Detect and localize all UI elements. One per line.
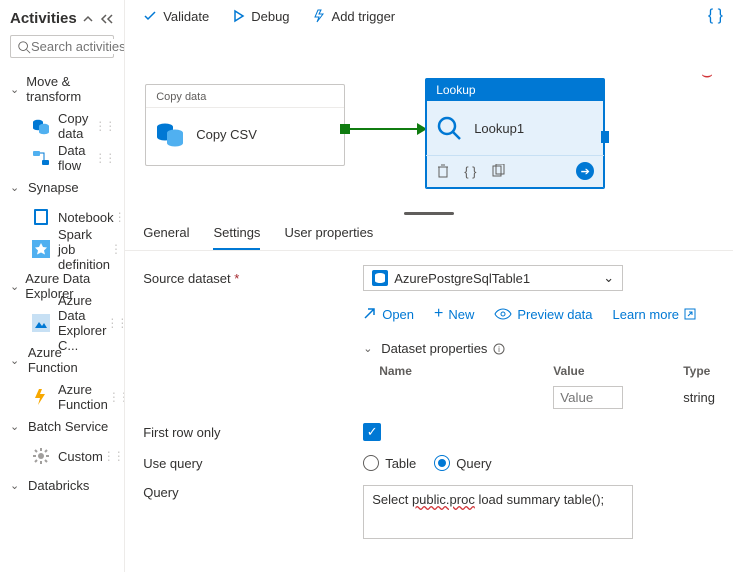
copy-data-icon <box>32 117 50 135</box>
tab-general[interactable]: General <box>143 225 189 250</box>
dataset-properties-toggle[interactable]: ⌄Dataset properties i <box>363 341 715 356</box>
activity-data-flow[interactable]: Data flow ⋮⋮ <box>10 142 114 174</box>
tab-settings[interactable]: Settings <box>213 225 260 250</box>
first-row-checkbox[interactable]: ✓ <box>363 423 381 441</box>
node-title: Lookup1 <box>474 121 524 136</box>
code-icon[interactable]: { } <box>464 164 476 179</box>
activity-adx-command[interactable]: Azure Data Explorer C... ⋮⋮ <box>10 307 114 339</box>
search-input-wrap[interactable] <box>10 35 114 58</box>
lookup-icon <box>436 115 462 141</box>
group-move-transform[interactable]: ⌄Move & transform <box>10 68 114 110</box>
adx-icon <box>32 314 50 332</box>
spark-icon <box>32 240 50 258</box>
sidebar-title: Activities <box>10 10 77 27</box>
copy-data-icon <box>156 120 184 148</box>
node-lookup[interactable]: Lookup Lookup1 { } ➔ <box>425 78 605 189</box>
node-heading: Copy data <box>146 85 344 108</box>
grip-icon: ⋮⋮ <box>110 242 125 256</box>
query-label: Query <box>143 485 363 500</box>
group-label: Move & transform <box>26 74 114 104</box>
activities-sidebar: Activities ⌄Move & transform Copy data ⋮… <box>0 0 125 572</box>
col-type: Type <box>683 364 710 378</box>
first-row-label: First row only <box>143 425 363 440</box>
new-dataset-link[interactable]: +New <box>434 305 474 323</box>
activity-copy-data[interactable]: Copy data ⋮⋮ <box>10 110 114 142</box>
svg-text:i: i <box>499 345 501 354</box>
connection-success[interactable] <box>346 128 426 130</box>
run-icon[interactable]: ➔ <box>576 162 594 180</box>
preview-data-link[interactable]: Preview data <box>494 307 592 322</box>
pipeline-toolbar: Validate Debug Add trigger { } <box>125 0 733 32</box>
output-port[interactable] <box>601 131 609 143</box>
grip-icon: ⋮⋮ <box>108 390 125 404</box>
sidebar-collapse[interactable] <box>82 13 114 25</box>
chevron-double-left-icon <box>100 13 114 25</box>
group-batch[interactable]: ⌄Batch Service <box>10 413 114 440</box>
chevron-down-icon: ⌄ <box>603 270 614 286</box>
col-name: Name <box>379 364 493 378</box>
learn-more-link[interactable]: Learn more <box>613 307 696 322</box>
info-icon: i <box>493 343 505 355</box>
open-dataset-link[interactable]: Open <box>363 307 414 322</box>
group-azure-function[interactable]: ⌄Azure Function <box>10 339 114 381</box>
radio-table[interactable]: Table <box>363 455 416 471</box>
clone-icon[interactable] <box>491 164 505 178</box>
activity-spark-job[interactable]: Spark job definition ⋮⋮ <box>10 233 114 265</box>
delete-icon[interactable] <box>436 164 450 178</box>
source-dataset-dropdown[interactable]: AzurePostgreSqlTable1 ⌄ <box>363 265 623 291</box>
use-query-label: Use query <box>143 456 363 471</box>
grip-icon: ⋮⋮ <box>106 316 125 330</box>
activity-azure-function[interactable]: Azure Function ⋮⋮ <box>10 381 114 413</box>
validate-button[interactable]: Validate <box>143 9 209 24</box>
radio-query[interactable]: Query <box>434 455 491 471</box>
grip-icon: ⋮⋮ <box>114 210 126 224</box>
search-input[interactable] <box>31 39 125 54</box>
col-value: Value <box>553 364 623 378</box>
group-databricks[interactable]: ⌄Databricks <box>10 472 114 499</box>
activity-custom[interactable]: Custom ⋮⋮ <box>10 440 114 472</box>
dp-value-input[interactable] <box>553 386 623 409</box>
settings-form: Source dataset * AzurePostgreSqlTable1 ⌄… <box>125 251 733 572</box>
grip-icon: ⋮⋮ <box>94 151 114 165</box>
code-view-button[interactable]: { } <box>708 7 723 25</box>
add-trigger-button[interactable]: Add trigger <box>312 9 396 24</box>
debug-button[interactable]: Debug <box>231 9 289 24</box>
notebook-icon <box>32 208 50 226</box>
dataset-icon <box>372 270 388 286</box>
warning-icon: ⌣ <box>701 64 713 85</box>
tab-user-properties[interactable]: User properties <box>284 225 373 250</box>
query-textarea[interactable]: Select public.proc load summary table(); <box>363 485 633 539</box>
chevron-double-up-icon <box>82 13 94 25</box>
node-copy-data[interactable]: Copy data Copy CSV <box>145 84 345 166</box>
pipeline-canvas[interactable]: ⌣ Copy data Copy CSV Lookup Lookup1 { } … <box>125 32 733 208</box>
search-icon <box>17 40 31 54</box>
node-title: Copy CSV <box>196 127 257 142</box>
data-flow-icon <box>32 149 50 167</box>
grip-icon: ⋮⋮ <box>94 119 114 133</box>
dp-type-cell: string <box>683 390 715 405</box>
group-synapse[interactable]: ⌄Synapse <box>10 174 114 201</box>
function-icon <box>32 388 50 406</box>
source-dataset-label: Source dataset * <box>143 271 363 286</box>
properties-tabs: General Settings User properties <box>125 215 733 251</box>
node-heading: Lookup <box>426 79 604 101</box>
gear-icon <box>32 447 50 465</box>
main-area: Validate Debug Add trigger { } ⌣ Copy da… <box>125 0 733 572</box>
grip-icon: ⋮⋮ <box>103 449 123 463</box>
